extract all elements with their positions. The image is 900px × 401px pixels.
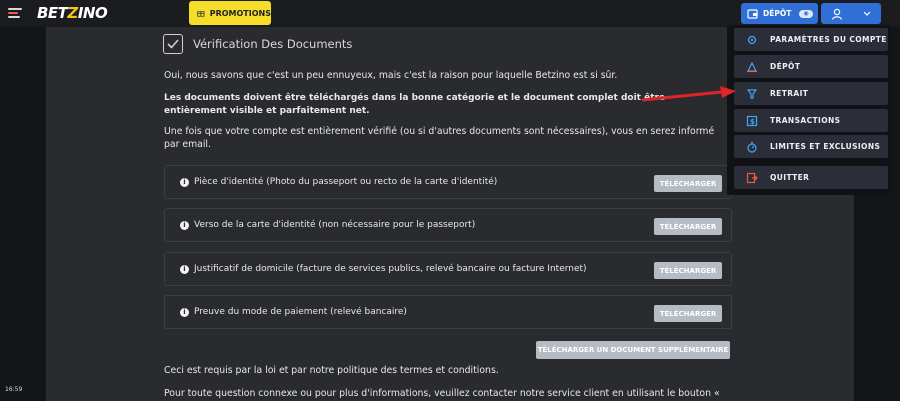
promotions-button[interactable]: PROMOTIONS [189, 1, 271, 25]
document-row-label: Pièce d'identité (Photo du passeport ou … [194, 177, 498, 187]
svg-text:$: $ [750, 118, 755, 126]
document-row-identity-back: i Verso de la carte d'identité (non néce… [164, 208, 732, 242]
clock: 16:59 [5, 386, 23, 393]
upload-button[interactable]: TÉLÉCHARGER [654, 218, 722, 235]
menu-item-deposit[interactable]: DÉPÔT [734, 55, 888, 78]
intro-text: Oui, nous savons que c'est un peu ennuye… [164, 70, 618, 81]
withdraw-icon [746, 88, 758, 100]
info-icon[interactable]: i [180, 308, 189, 317]
menu-item-transactions[interactable]: $ TRANSACTIONS [734, 109, 888, 132]
info-icon[interactable]: i [180, 178, 189, 187]
betzino-logo[interactable]: BETZINO [37, 4, 108, 22]
menu-item-limits-exclusions[interactable]: LIMITES ET EXCLUSIONS [734, 135, 888, 158]
page-title: Vérification Des Documents [163, 34, 352, 54]
info-icon[interactable]: i [180, 221, 189, 230]
upload-extra-document-button[interactable]: TÉLÉCHARGER UN DOCUMENT SUPPLÉMENTAIRE [536, 341, 730, 359]
hamburger-menu-icon[interactable] [8, 8, 22, 18]
menu-item-account-settings[interactable]: PARAMÈTRES DU COMPTE [734, 28, 888, 51]
document-row-label: Verso de la carte d'identité (non nécess… [194, 220, 476, 230]
menu-item-logout[interactable]: QUITTER [734, 166, 888, 189]
info-icon[interactable]: i [180, 265, 189, 274]
limits-icon [746, 141, 758, 153]
upload-button[interactable]: TÉLÉCHARGER [654, 262, 722, 279]
menu-item-withdraw[interactable]: RETRAIT [734, 82, 888, 105]
wallet-icon [747, 9, 758, 19]
transactions-icon: $ [746, 115, 758, 127]
settings-icon [746, 34, 758, 46]
chevron-down-icon [863, 11, 871, 16]
contact-notice-text: Pour toute question connexe ou pour plus… [164, 388, 720, 399]
account-menu-button[interactable] [821, 3, 881, 24]
legal-notice-text: Ceci est requis par la loi et par notre … [164, 365, 499, 376]
document-check-icon [163, 34, 183, 54]
balance-visibility-icon[interactable]: ◉ [799, 9, 813, 18]
document-row-label: Preuve du mode de paiement (relevé banca… [194, 307, 407, 317]
upload-button[interactable]: TÉLÉCHARGER [654, 305, 722, 322]
document-row-label: Justificatif de domicile (facture de ser… [194, 264, 587, 274]
document-row-identity-front: i Pièce d'identité (Photo du passeport o… [164, 165, 732, 199]
account-dropdown-menu: PARAMÈTRES DU COMPTE DÉPÔT RETRAIT $ TRA… [727, 25, 891, 195]
gift-icon [197, 11, 205, 17]
deposit-button[interactable]: DÉPÔT ◉ [741, 3, 818, 24]
top-bar: BETZINO PROMOTIONS DÉPÔT ◉ [0, 0, 900, 27]
user-icon [831, 8, 843, 20]
upload-button[interactable]: TÉLÉCHARGER [654, 175, 722, 192]
verification-notice-text: Une fois que votre compte est entièremen… [164, 126, 715, 150]
left-sidebar [0, 27, 46, 401]
document-row-proof-of-address: i Justificatif de domicile (facture de s… [164, 252, 732, 286]
deposit-icon [746, 61, 758, 73]
document-row-payment-proof: i Preuve du mode de paiement (relevé ban… [164, 295, 732, 329]
logout-icon [746, 172, 758, 184]
annotation-arrow-icon [641, 86, 736, 102]
